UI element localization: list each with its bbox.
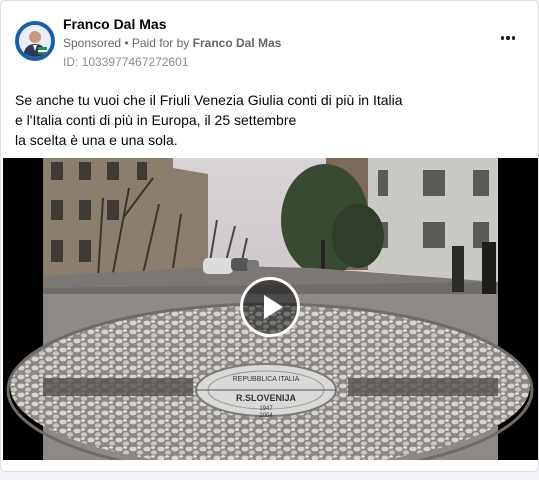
plaque-year-1: 1947 <box>259 406 273 412</box>
play-icon <box>264 295 283 319</box>
plaque-top-text: REPUBBLICA ITALIA <box>233 376 300 383</box>
post-header: Franco Dal Mas Sponsored • Paid for by F… <box>15 16 530 74</box>
ad-card: Franco Dal Mas Sponsored • Paid for by F… <box>0 0 539 472</box>
post-body: Se anche tu vuoi che il Friuli Venezia G… <box>15 90 515 150</box>
post-body-line-1: Se anche tu vuoi che il Friuli Venezia G… <box>15 92 403 108</box>
play-button[interactable] <box>240 277 300 337</box>
ad-id: ID: 1033977467272601 <box>63 55 189 69</box>
more-options-button[interactable] <box>496 30 520 46</box>
post-body-line-3: la scelta è una e una sola. <box>15 132 178 148</box>
sponsored-meta: Sponsored • Paid for by Franco Dal Mas <box>63 36 282 50</box>
sponsored-label: Sponsored <box>63 36 122 50</box>
paid-for-prefix: Paid for by <box>131 36 190 50</box>
plaque-country-text: R.SLOVENIJA <box>236 393 297 403</box>
more-horizontal-icon <box>500 36 516 40</box>
plaque-year-2: 2004 <box>259 413 273 419</box>
author-name[interactable]: Franco Dal Mas <box>63 16 166 32</box>
post-body-line-2: e l'Italia conti di più in Europa, il 25… <box>15 112 297 128</box>
author-avatar[interactable] <box>15 21 55 61</box>
paid-for-name[interactable]: Franco Dal Mas <box>193 36 282 50</box>
video-player[interactable]: REPUBBLICA ITALIA R.SLOVENIJA 1947 2004 <box>3 158 538 460</box>
